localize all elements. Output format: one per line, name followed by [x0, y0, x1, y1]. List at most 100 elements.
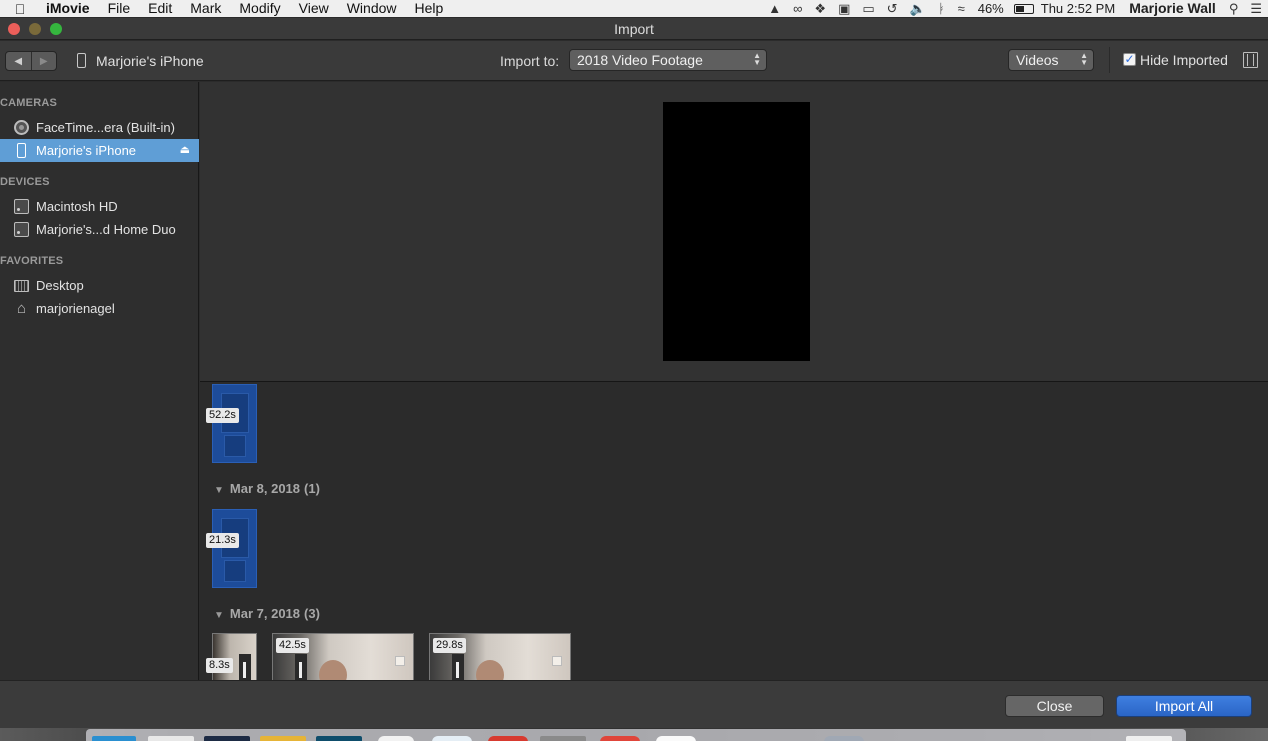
date-group-count: (1) — [304, 481, 320, 496]
import-all-button[interactable]: Import All — [1116, 695, 1252, 717]
clip-duration: 42.5s — [276, 638, 309, 653]
user-menu[interactable]: Marjorie Wall — [1122, 0, 1223, 17]
thumbnail-frame — [224, 435, 246, 457]
clip-duration: 21.3s — [206, 533, 239, 548]
dock-app-icon[interactable] — [92, 736, 136, 741]
hide-imported-checkbox[interactable]: ✓ — [1123, 53, 1136, 66]
menu-file[interactable]: File — [99, 0, 140, 17]
import-bottom-bar: Close Import All — [0, 680, 1268, 728]
hide-imported-label[interactable]: Hide Imported — [1140, 52, 1228, 68]
zoom-window-button[interactable] — [50, 23, 62, 35]
window-title: Import — [614, 21, 654, 37]
menu-window[interactable]: Window — [338, 0, 406, 17]
thumbnail-frame — [224, 560, 246, 582]
thumbnail-frame — [239, 654, 251, 680]
desktop-folder-icon — [14, 279, 29, 292]
menu-bar:  iMovie File Edit Mark Modify View Wind… — [0, 0, 1268, 17]
sidebar-item-iphone[interactable]: Marjorie's iPhone ⏏ — [0, 139, 199, 162]
back-arrow-icon[interactable]: ◀ — [6, 52, 31, 70]
disclosure-triangle-icon[interactable]: ▼ — [214, 610, 224, 621]
sidebar-section-favorites: FAVORITES — [0, 255, 64, 267]
import-to-label: Import to: — [500, 53, 560, 69]
clip-thumbnail[interactable] — [212, 509, 257, 588]
source-device-name: Marjorie's iPhone — [96, 53, 204, 69]
sidebar-item-macintosh-hd[interactable]: Macintosh HD — [0, 195, 199, 218]
dock-app-icon[interactable] — [204, 736, 250, 741]
sidebar-item-label: Desktop — [36, 278, 84, 293]
dock-app-icon[interactable] — [488, 736, 528, 741]
nav-buttons: ◀ ▶ — [5, 51, 57, 71]
menu-view[interactable]: View — [290, 0, 338, 17]
dock-app-icon[interactable] — [656, 736, 696, 741]
window-title-bar: Import — [0, 18, 1268, 40]
sidebar-item-home-duo[interactable]: Marjorie's...d Home Duo — [0, 218, 199, 241]
bluetooth-icon[interactable]: ᛓ — [932, 0, 952, 17]
dock-app-icon[interactable] — [432, 736, 472, 741]
sidebar-item-home[interactable]: ⌂ marjorienagel — [0, 297, 199, 320]
iphone-icon — [77, 53, 86, 68]
battery-percentage[interactable]: 46% — [971, 0, 1011, 17]
camera-icon — [14, 120, 29, 135]
dock-app-icon[interactable] — [1126, 736, 1172, 741]
eject-icon[interactable]: ⏏ — [180, 143, 190, 156]
media-filter-select[interactable]: Videos ▲ ▼ — [1008, 49, 1094, 71]
date-group-header[interactable]: ▼ Mar 8, 2018 (1) — [214, 481, 320, 496]
spotlight-search-icon[interactable]: ⚲ — [1223, 0, 1245, 17]
disclosure-triangle-icon[interactable]: ▼ — [214, 485, 224, 496]
dock-app-icon[interactable] — [378, 736, 414, 741]
dock-app-icon[interactable] — [260, 736, 306, 741]
iphone-icon — [17, 143, 26, 158]
media-filter-value: Videos — [1016, 52, 1059, 68]
menu-modify[interactable]: Modify — [230, 0, 289, 17]
close-window-button[interactable] — [8, 23, 20, 35]
sidebar-section-cameras: CAMERAS — [0, 97, 58, 109]
dock-app-icon[interactable] — [316, 736, 362, 741]
sidebar-item-desktop[interactable]: Desktop — [0, 274, 199, 297]
clip-preview-area — [200, 82, 1268, 381]
display-icon[interactable]: ▭ — [856, 0, 880, 17]
clip-duration: 8.3s — [206, 658, 233, 673]
sidebar-item-label: Macintosh HD — [36, 199, 118, 214]
date-group-label: Mar 7, 2018 — [229, 606, 301, 621]
dock-app-icon[interactable] — [540, 736, 586, 741]
menu-mark[interactable]: Mark — [181, 0, 230, 17]
import-to-event-value: 2018 Video Footage — [577, 52, 703, 68]
close-button[interactable]: Close — [1005, 695, 1104, 717]
date-group-count: (3) — [304, 606, 320, 621]
import-to-event-select[interactable]: 2018 Video Footage ▲ ▼ — [569, 49, 767, 71]
sidebar-item-label: Marjorie's iPhone — [36, 143, 137, 158]
dropbox-icon[interactable]: ❖ — [808, 0, 832, 17]
dock-app-icon[interactable] — [600, 736, 640, 741]
sidebar-item-facetime-camera[interactable]: FaceTime...era (Built-in) — [0, 116, 199, 139]
filmstrip-view-icon[interactable] — [1243, 52, 1258, 68]
apple-menu-icon[interactable]:  — [0, 1, 40, 17]
preview-video-frame[interactable] — [663, 102, 810, 361]
menu-help[interactable]: Help — [406, 0, 453, 17]
forward-arrow-icon[interactable]: ▶ — [30, 52, 57, 70]
date-group-header[interactable]: ▼ Mar 7, 2018 (3) — [214, 606, 320, 621]
date-group-label: Mar 8, 2018 — [229, 481, 301, 496]
dock-app-icon[interactable] — [148, 736, 194, 741]
clip-thumbnail[interactable] — [212, 384, 257, 463]
notification-center-icon[interactable]: ☰ — [1244, 0, 1268, 17]
clip-browser: 52.2s ▼ Mar 8, 2018 (1) 21.3s ▼ Mar 7, 2018… — [200, 382, 1268, 680]
menu-edit[interactable]: Edit — [139, 0, 181, 17]
app-menu[interactable]: iMovie — [40, 0, 99, 17]
volume-icon[interactable]: 🔈 — [904, 0, 932, 17]
creative-cloud-icon[interactable]: ∞ — [787, 0, 808, 17]
select-arrows-icon: ▲ ▼ — [753, 51, 761, 67]
adobe-icon[interactable]: ▲ — [762, 0, 787, 17]
time-machine-icon[interactable]: ↺ — [881, 0, 904, 17]
clock[interactable]: Thu 2:52 PM — [1034, 0, 1122, 17]
sidebar-item-label: FaceTime...era (Built-in) — [36, 120, 175, 135]
toolbar-divider — [1109, 47, 1110, 73]
status-menus: ▲ ∞ ❖ ▣ ▭ ↺ 🔈 ᛓ ≈ 46% Thu 2:52 PM Marjor… — [762, 0, 1268, 17]
thumbnail-frame — [552, 656, 562, 666]
thumbnail-frame — [452, 654, 464, 680]
minimize-window-button[interactable] — [29, 23, 41, 35]
battery-icon[interactable] — [1013, 3, 1034, 14]
wd-icon[interactable]: ▣ — [832, 0, 856, 17]
wifi-icon[interactable]: ≈ — [952, 0, 971, 17]
dock-app-icon[interactable] — [824, 736, 864, 741]
thumbnail-frame — [295, 654, 307, 680]
